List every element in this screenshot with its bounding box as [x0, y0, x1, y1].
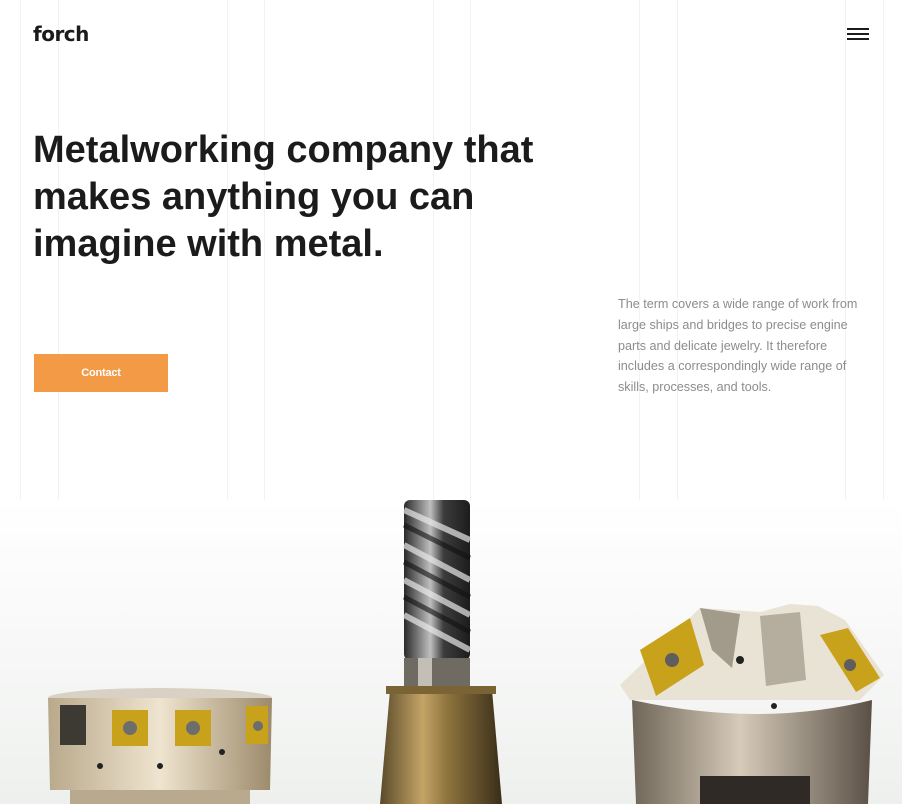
grid-line: [639, 0, 640, 500]
hero-description: The term covers a wide range of work fro…: [618, 297, 858, 395]
grid-line: [677, 0, 678, 500]
milling-cutters-image: [0, 500, 902, 804]
menu-bar: [847, 33, 869, 35]
logo[interactable]: forch: [33, 22, 89, 46]
grid-line: [20, 0, 21, 500]
hamburger-menu-icon[interactable]: [845, 26, 871, 44]
contact-button[interactable]: Contact: [34, 354, 168, 392]
menu-bar: [847, 38, 869, 40]
hero-headline: Metalworking company that makes anything…: [33, 129, 534, 265]
left-face-mill: [48, 688, 272, 804]
grid-line: [883, 0, 884, 500]
grid-line: [845, 0, 846, 500]
menu-bar: [847, 28, 869, 30]
